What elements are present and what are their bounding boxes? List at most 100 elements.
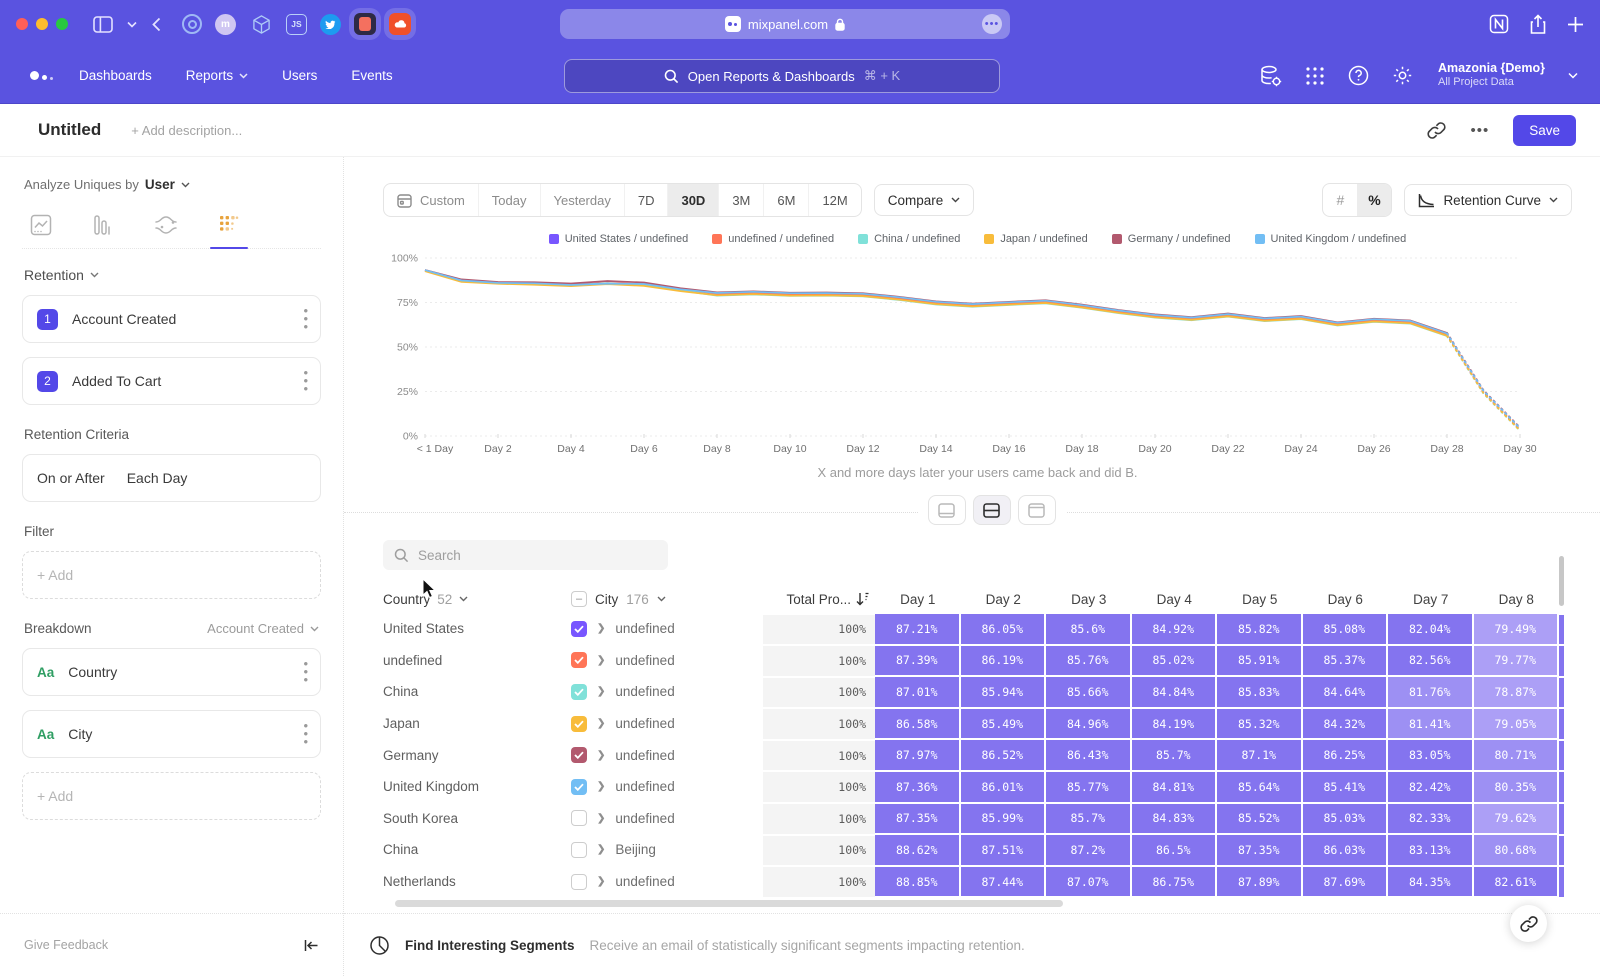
share-icon[interactable] [1529,14,1547,35]
retention-cell-day8[interactable]: 79.49% [1474,614,1558,644]
retention-step-card[interactable]: 1Account Created••• [22,295,321,343]
save-button[interactable]: Save [1513,115,1576,146]
step-kebab-icon[interactable]: ••• [303,369,308,392]
retention-cell-day7[interactable]: 83.13% [1388,835,1472,865]
breakdown-card[interactable]: AaCity••• [22,710,321,758]
retention-section-header[interactable]: Retention [24,267,319,283]
retention-cell-day5[interactable]: 87.1% [1217,740,1301,770]
retention-cell-day1[interactable]: 87.35% [875,804,959,834]
retention-cell-day3[interactable]: 85.6% [1046,614,1130,644]
new-tab-icon[interactable] [1567,16,1584,33]
row-checkbox[interactable] [571,874,587,890]
view-chart-only-button[interactable] [928,495,966,525]
close-window-button[interactable] [16,18,28,30]
retention-cell-day1[interactable]: 87.97% [875,740,959,770]
extension-icon-js[interactable]: JS [286,14,307,35]
sort-descending-icon[interactable] [856,592,869,606]
row-checkbox[interactable] [571,716,587,732]
range-30d[interactable]: 30D [668,184,719,216]
notion-icon[interactable] [1489,14,1509,34]
retention-cell-day1[interactable]: 87.01% [875,677,959,707]
extension-icon-m[interactable]: m [215,14,236,35]
sidebar-toggle-icon[interactable] [93,16,113,33]
retention-cell-day6[interactable]: 85.41% [1303,772,1387,802]
range-6m[interactable]: 6M [764,184,809,216]
retention-cell-day5[interactable]: 85.82% [1217,614,1301,644]
column-header-city[interactable]: –City176 [571,591,763,607]
column-header-total[interactable]: Total Pro... [763,592,875,607]
nav-item-dashboards[interactable]: Dashboards [79,68,152,83]
retention-cell-day2[interactable]: 86.05% [961,614,1045,644]
row-checkbox[interactable] [571,842,587,858]
nav-item-users[interactable]: Users [282,68,317,83]
retention-cell-day8[interactable]: 80.68% [1474,835,1558,865]
breakdown-kebab-icon[interactable]: ••• [303,722,308,745]
row-expand-chevron-icon[interactable]: ❯ [597,718,605,729]
tab-chevron-icon[interactable] [127,21,137,28]
retention-cell-day4[interactable]: 86.5% [1132,835,1216,865]
retention-cell-day6[interactable]: 86.03% [1303,835,1387,865]
legend-item[interactable]: United States / undefined [549,233,689,245]
global-search-input[interactable]: Open Reports & Dashboards ⌘ + K [564,59,1000,93]
retention-cell-day5[interactable]: 85.52% [1217,804,1301,834]
column-header-day3[interactable]: Day 3 [1046,592,1132,607]
step-event-label[interactable]: Added To Cart [72,373,161,389]
retention-cell-day6[interactable]: 84.32% [1303,709,1387,739]
legend-item[interactable]: Japan / undefined [984,233,1087,245]
tab-retention[interactable] [212,210,246,248]
column-header-country[interactable]: Country52 [383,592,571,607]
address-bar-more-icon[interactable]: ••• [982,14,1002,34]
segments-title[interactable]: Find Interesting Segments [405,938,575,953]
retention-cell-day6[interactable]: 85.08% [1303,614,1387,644]
retention-cell-day8[interactable]: 79.05% [1474,709,1558,739]
extension-icon-loom[interactable] [354,13,376,35]
retention-cell-day2[interactable]: 86.19% [961,646,1045,676]
column-header-day1[interactable]: Day 1 [875,592,961,607]
retention-cell-day1[interactable]: 86.58% [875,709,959,739]
data-management-icon[interactable] [1259,65,1282,87]
tab-flows[interactable] [148,210,184,248]
retention-cell-day8[interactable]: 80.35% [1474,772,1558,802]
retention-cell-day3[interactable]: 85.66% [1046,677,1130,707]
add-breakdown-button[interactable]: + Add [22,772,321,820]
retention-criteria-card[interactable]: On or After Each Day [22,454,321,502]
legend-item[interactable]: undefined / undefined [712,233,834,245]
share-link-fab[interactable] [1510,905,1547,942]
retention-cell-day3[interactable]: 87.07% [1046,867,1130,897]
settings-gear-icon[interactable] [1392,65,1413,86]
range-3m[interactable]: 3M [719,184,764,216]
nav-item-reports[interactable]: Reports [186,68,248,83]
breakdown-card[interactable]: AaCountry••• [22,648,321,696]
retention-cell-day3[interactable]: 87.2% [1046,835,1130,865]
range-yesterday[interactable]: Yesterday [541,184,625,216]
retention-step-card[interactable]: 2Added To Cart••• [22,357,321,405]
retention-cell-day3[interactable]: 85.77% [1046,772,1130,802]
retention-cell-day2[interactable]: 87.51% [961,835,1045,865]
legend-item[interactable]: China / undefined [858,233,960,245]
column-header-day8[interactable]: Day 8 [1474,592,1560,607]
help-icon[interactable] [1348,65,1369,86]
apps-grid-icon[interactable] [1305,66,1325,86]
address-bar[interactable]: mixpanel.com ••• [560,9,1010,39]
copy-link-icon[interactable] [1427,121,1446,140]
row-expand-chevron-icon[interactable]: ❯ [597,876,605,887]
column-header-day6[interactable]: Day 6 [1303,592,1389,607]
breakdown-property-label[interactable]: Country [68,664,117,680]
range-today[interactable]: Today [479,184,541,216]
retention-cell-day3[interactable]: 85.7% [1046,804,1130,834]
mixpanel-logo[interactable] [30,71,53,80]
extension-icon-bird[interactable] [320,14,341,35]
minimize-window-button[interactable] [36,18,48,30]
extension-icon-cube[interactable] [249,12,273,36]
compare-button[interactable]: Compare [874,184,975,216]
retention-cell-day4[interactable]: 84.83% [1132,804,1216,834]
row-expand-chevron-icon[interactable]: ❯ [597,623,605,634]
retention-cell-day7[interactable]: 83.05% [1388,740,1472,770]
row-checkbox[interactable] [571,779,587,795]
step-kebab-icon[interactable]: ••• [303,307,308,330]
retention-cell-day3[interactable]: 84.96% [1046,709,1130,739]
back-button-icon[interactable] [152,17,161,32]
retention-cell-day6[interactable]: 85.03% [1303,804,1387,834]
retention-cell-day3[interactable]: 86.43% [1046,740,1130,770]
retention-cell-day3[interactable]: 85.76% [1046,646,1130,676]
